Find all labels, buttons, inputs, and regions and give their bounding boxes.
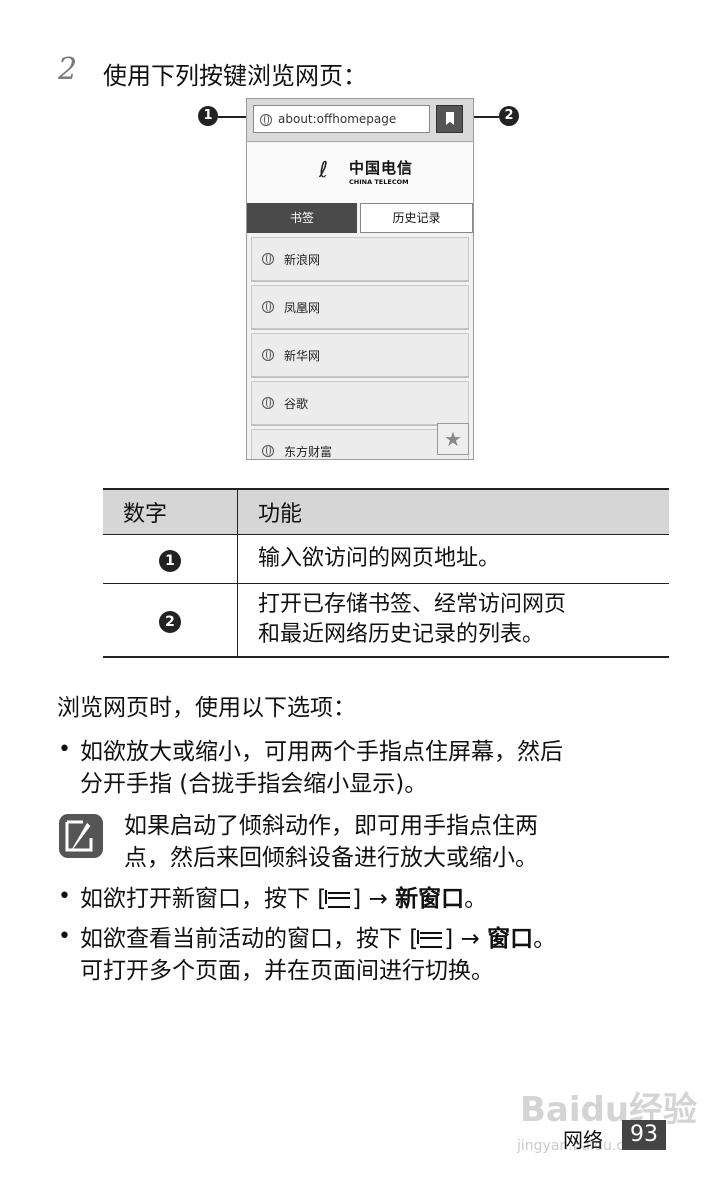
telecom-logo: ℓ 中国电信 CHINA TELECOM <box>247 143 473 203</box>
note-line: 如果启动了倾斜动作，即可用手指点住两 <box>124 813 538 839</box>
bullet-line: 如欲放大或缩小，可用两个手指点住屏幕，然后 <box>80 739 563 765</box>
star-icon[interactable]: ★ <box>437 423 469 455</box>
table-header-number: 数字 <box>103 488 238 535</box>
callout-2: 2 <box>499 106 519 126</box>
globe-icon <box>262 397 274 409</box>
step-heading: 使用下列按键浏览网页： <box>103 62 367 90</box>
globe-icon <box>262 349 274 361</box>
bookmark-button[interactable] <box>436 105 463 133</box>
table-cell-function: 打开已存储书签、经常访问网页 和最近网络历史记录的列表。 <box>237 583 669 658</box>
globe-icon <box>262 445 274 457</box>
globe-icon <box>260 114 272 126</box>
bookmark-label: 谷歌 <box>284 397 309 411</box>
globe-icon <box>262 301 274 313</box>
bullet-new-window: 如欲打开新窗口，按下 [ ] → 新窗口。 <box>80 883 487 915</box>
function-line: 打开已存储书签、经常访问网页 <box>258 592 567 617</box>
tab-history[interactable]: 历史记录 <box>360 203 473 233</box>
bullet-bold: 窗口 <box>487 926 534 952</box>
logo-text-cn: 中国电信 <box>349 159 414 177</box>
bullet-bold: 新窗口 <box>395 886 465 912</box>
table-row: 2 打开已存储书签、经常访问网页 和最近网络历史记录的列表。 <box>103 583 669 658</box>
bookmark-item[interactable]: 谷歌 <box>251 381 469 425</box>
note-icon <box>59 814 103 858</box>
note-text: 如果启动了倾斜动作，即可用手指点住两 点，然后来回倾斜设备进行放大或缩小。 <box>124 810 538 874</box>
function-line: 和最近网络历史记录的列表。 <box>258 622 545 647</box>
bookmark-label: 东方财富 <box>284 445 333 459</box>
bullet-marker: • <box>58 924 71 949</box>
page-number: 93 <box>622 1120 666 1150</box>
logo-text-en: CHINA TELECOM <box>349 178 409 186</box>
table-header-function: 功能 <box>237 488 669 535</box>
bullet-marker: • <box>58 884 71 909</box>
bullet-line: 如欲查看当前活动的窗口，按下 [ ] → 窗口。 <box>80 923 556 955</box>
bullet-text: 。 <box>533 926 557 952</box>
browser-screenshot: about:offhomepage ℓ 中国电信 CHINA TELECOM 书… <box>246 98 474 460</box>
callout-1: 1 <box>198 106 218 126</box>
url-bar: about:offhomepage <box>247 99 473 142</box>
number-badge: 1 <box>159 550 181 572</box>
footer-section-label: 网络 <box>563 1128 603 1152</box>
bullet-text: ] → <box>352 886 396 912</box>
bullet-text: 。 <box>464 886 488 912</box>
bullet-text: ] → <box>444 926 488 952</box>
bullet-line: 可打开多个页面，并在页面间进行切换。 <box>80 958 494 984</box>
bullet-text: 如欲打开新窗口，按下 [ <box>80 886 327 912</box>
bullet-marker: • <box>58 737 71 762</box>
telecom-logo-icon: ℓ <box>319 158 329 183</box>
url-input[interactable]: about:offhomepage <box>253 105 430 133</box>
number-badge: 2 <box>159 611 181 633</box>
bookmark-item[interactable]: 新浪网 <box>251 237 469 281</box>
function-table: 数字 功能 1 输入欲访问的网页地址。 2 打开已存储书签、经常访问网页 和最近… <box>103 488 669 658</box>
bookmark-label: 新华网 <box>284 349 321 363</box>
tab-bookmarks[interactable]: 书签 <box>247 203 357 233</box>
bookmark-item[interactable]: 凤凰网 <box>251 285 469 329</box>
bookmark-item[interactable]: 新华网 <box>251 333 469 377</box>
menu-key-icon <box>417 929 443 948</box>
bullet-text: 如欲查看当前活动的窗口，按下 [ <box>80 926 419 952</box>
url-text: about:offhomepage <box>278 112 397 126</box>
bullet-line: 分开手指 (合拢手指会缩小显示)。 <box>80 771 428 797</box>
bookmark-label: 新浪网 <box>284 253 321 267</box>
note-line: 点，然后来回倾斜设备进行放大或缩小。 <box>124 845 538 871</box>
table-row: 1 输入欲访问的网页地址。 <box>103 534 669 584</box>
intro-text: 浏览网页时，使用以下选项： <box>57 695 356 721</box>
step-number: 2 <box>58 52 78 87</box>
menu-key-icon <box>325 889 351 908</box>
bookmark-label: 凤凰网 <box>284 301 321 315</box>
bullet-windows: 如欲查看当前活动的窗口，按下 [ ] → 窗口。 可打开多个页面，并在页面间进行切… <box>80 923 556 987</box>
table-cell-function: 输入欲访问的网页地址。 <box>237 534 669 584</box>
watermark: Baidu经验 <box>520 1090 698 1130</box>
bullet-zoom: 如欲放大或缩小，可用两个手指点住屏幕，然后 分开手指 (合拢手指会缩小显示)。 <box>80 736 563 800</box>
globe-icon <box>262 253 274 265</box>
